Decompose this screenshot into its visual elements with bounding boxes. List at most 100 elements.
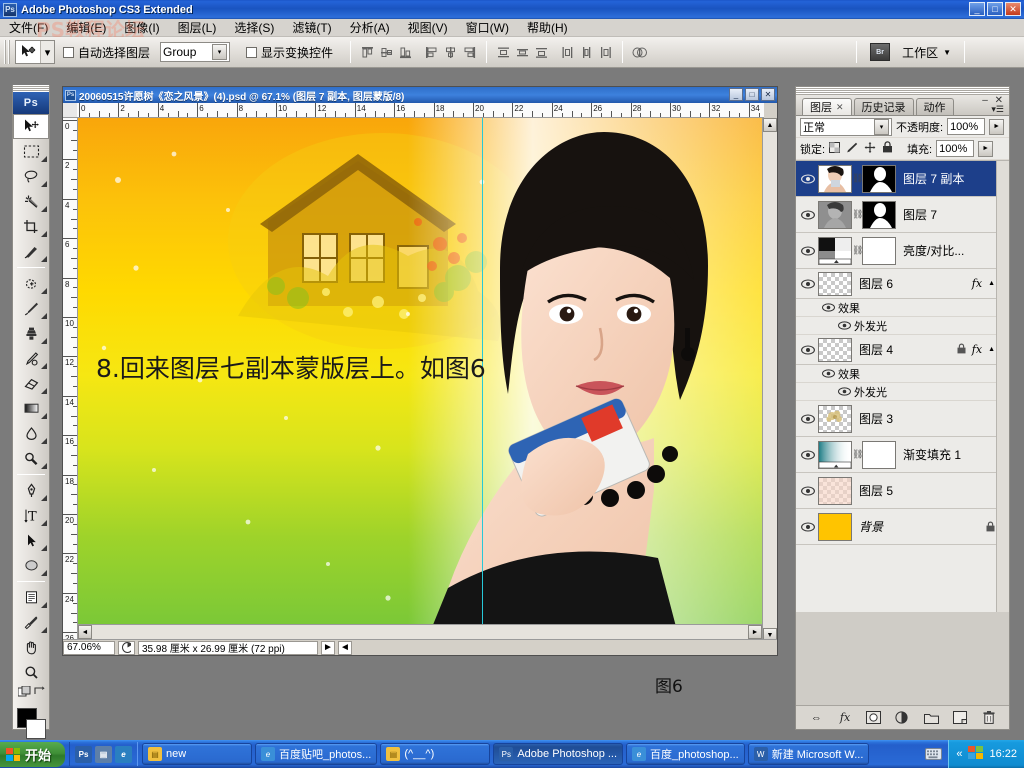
taskbar-item-smiley-folder[interactable]: ▤ (^__^) bbox=[380, 743, 491, 765]
tray-expand-button[interactable]: « bbox=[956, 748, 962, 760]
layer-row[interactable]: ⛓ 渐变填充 1 bbox=[796, 437, 1009, 473]
path-selection-tool[interactable] bbox=[13, 528, 49, 553]
eyedropper-tool[interactable] bbox=[13, 610, 49, 635]
link-layers-button[interactable]: ⇔ bbox=[807, 709, 825, 727]
photoshop-quicklaunch-icon[interactable]: Ps bbox=[75, 745, 93, 763]
opacity-slider-button[interactable]: ► bbox=[989, 118, 1005, 135]
layer-effects-group[interactable]: 效果 bbox=[796, 365, 1009, 383]
effect-visibility-icon[interactable] bbox=[834, 387, 854, 396]
ellipse-tool[interactable] bbox=[13, 553, 49, 578]
taskbar-clock[interactable]: 16:22 bbox=[989, 748, 1017, 760]
effect-visibility-icon[interactable] bbox=[834, 321, 854, 330]
align-vertical-centers-button[interactable] bbox=[377, 42, 396, 62]
rectangular-marquee-tool[interactable] bbox=[13, 139, 49, 164]
lock-all-icon[interactable] bbox=[882, 141, 893, 156]
start-button[interactable]: 开始 bbox=[0, 741, 66, 767]
layer-row[interactable]: 背景 bbox=[796, 509, 1009, 545]
layer-style-button[interactable]: fx bbox=[836, 709, 854, 727]
close-icon[interactable]: ✕ bbox=[836, 102, 844, 113]
distribute-horizontal-centers-button[interactable] bbox=[577, 42, 596, 62]
lock-image-pixels-icon[interactable] bbox=[846, 142, 858, 156]
clone-stamp-tool[interactable] bbox=[13, 321, 49, 346]
status-preview-icon[interactable] bbox=[118, 640, 135, 655]
layer-list-scrollbar[interactable] bbox=[996, 161, 1009, 612]
layer-thumbnail[interactable] bbox=[818, 404, 852, 433]
menu-layer[interactable]: 图层(L) bbox=[169, 18, 226, 37]
scroll-up-button[interactable]: ▲ bbox=[763, 118, 777, 132]
layer-list[interactable]: ⛓ 图层 7 副本 ⛓ 图层 7 ⛓ 亮度/对比... 图层 6 fx ▲ 效果… bbox=[796, 160, 1009, 612]
toolbox-grip[interactable] bbox=[13, 85, 49, 92]
document-minimize-button[interactable]: _ bbox=[729, 88, 743, 101]
crop-tool[interactable] bbox=[13, 214, 49, 239]
blend-mode-select[interactable]: 正常 ▾ bbox=[800, 117, 892, 136]
lock-position-icon[interactable] bbox=[864, 141, 876, 156]
taskbar-item-baidu-tieba[interactable]: e 百度贴吧_photos... bbox=[255, 743, 378, 765]
document-close-button[interactable]: ✕ bbox=[761, 88, 775, 101]
menu-analysis[interactable]: 分析(A) bbox=[341, 18, 399, 37]
delete-layer-button[interactable] bbox=[980, 709, 998, 727]
magic-wand-tool[interactable] bbox=[13, 189, 49, 214]
bridge-button[interactable]: Br bbox=[864, 40, 896, 64]
tab-history[interactable]: 历史记录 bbox=[853, 98, 914, 115]
taskbar-item-photoshop[interactable]: Ps Adobe Photoshop ... bbox=[493, 743, 624, 765]
layer-link-icon[interactable]: ⛓ bbox=[852, 449, 863, 460]
status-resize-grip[interactable]: ◄ bbox=[338, 640, 352, 655]
layer-thumbnail[interactable] bbox=[818, 476, 852, 505]
layer-badges[interactable]: fx ▲ bbox=[957, 343, 995, 357]
panel-menu-icon[interactable]: ▾☰ bbox=[991, 104, 1004, 115]
new-layer-button[interactable] bbox=[951, 709, 969, 727]
menu-help[interactable]: 帮助(H) bbox=[518, 18, 577, 37]
distribute-vertical-centers-button[interactable] bbox=[513, 42, 532, 62]
layer-link-icon[interactable]: ⛓ bbox=[852, 209, 863, 220]
distribute-right-edges-button[interactable] bbox=[596, 42, 615, 62]
opacity-input[interactable]: 100% bbox=[947, 118, 986, 135]
tool-preset-dropdown[interactable]: ▾ bbox=[40, 41, 54, 63]
layer-fx-badge[interactable]: fx ▲ bbox=[972, 277, 995, 290]
fill-input[interactable]: 100% bbox=[936, 140, 975, 157]
effects-visibility-icon[interactable] bbox=[818, 369, 838, 378]
zoom-level-field[interactable]: 67.06% bbox=[63, 640, 115, 655]
tab-layers[interactable]: 图层 ✕ bbox=[802, 98, 852, 115]
auto-align-layers-button[interactable] bbox=[630, 42, 649, 62]
document-maximize-button[interactable]: □ bbox=[745, 88, 759, 101]
align-left-edges-button[interactable] bbox=[422, 42, 441, 62]
panel-minimize-button[interactable]: – bbox=[982, 95, 990, 106]
status-expand-button[interactable]: ► bbox=[321, 640, 335, 655]
slice-tool[interactable] bbox=[13, 239, 49, 264]
align-bottom-edges-button[interactable] bbox=[396, 42, 415, 62]
minimize-button[interactable]: _ bbox=[969, 2, 985, 16]
canvas-viewport[interactable]: 8.回来图层七副本蒙版层上。如图6 bbox=[78, 118, 764, 642]
brush-tool[interactable] bbox=[13, 296, 49, 321]
layer-row[interactable]: 图层 3 bbox=[796, 401, 1009, 437]
network-icon[interactable] bbox=[968, 745, 984, 763]
layer-mask-thumbnail[interactable] bbox=[862, 164, 896, 193]
menu-edit[interactable]: 编辑(E) bbox=[57, 18, 115, 37]
menu-view[interactable]: 视图(V) bbox=[399, 18, 457, 37]
document-title-bar[interactable]: Ps 20060515许愿树《恋之风景》(4).psd @ 67.1% (图层 … bbox=[63, 87, 777, 103]
healing-brush-tool[interactable] bbox=[13, 271, 49, 296]
layer-row[interactable]: 图层 6 fx ▲ bbox=[796, 269, 1009, 299]
notes-tool[interactable] bbox=[13, 585, 49, 610]
align-top-edges-button[interactable] bbox=[358, 42, 377, 62]
taskbar-item-word-document[interactable]: W 新建 Microsoft W... bbox=[747, 743, 870, 765]
dodge-tool[interactable] bbox=[13, 446, 49, 471]
layer-effects-group[interactable]: 效果 bbox=[796, 299, 1009, 317]
fill-slider-button[interactable]: ► bbox=[978, 140, 994, 157]
layer-mask-thumbnail[interactable] bbox=[862, 236, 896, 265]
layer-visibility-icon[interactable] bbox=[798, 344, 818, 355]
canvas-vertical-scrollbar[interactable]: ▲ ▼ bbox=[762, 118, 777, 642]
show-desktop-quicklaunch-icon[interactable]: ▤ bbox=[95, 745, 113, 763]
layer-thumbnail[interactable] bbox=[818, 512, 852, 541]
history-brush-tool[interactable] bbox=[13, 346, 49, 371]
eraser-tool[interactable] bbox=[13, 371, 49, 396]
zoom-tool[interactable] bbox=[13, 660, 49, 685]
tab-actions[interactable]: 动作 bbox=[915, 98, 954, 115]
image-canvas[interactable]: 8.回来图层七副本蒙版层上。如图6 bbox=[78, 118, 764, 642]
hand-tool[interactable] bbox=[13, 635, 49, 660]
layer-mask-thumbnail[interactable] bbox=[862, 200, 896, 229]
menu-select[interactable]: 选择(S) bbox=[225, 18, 283, 37]
current-tool-preset-well[interactable]: ▾ bbox=[15, 40, 55, 64]
layer-effect-item[interactable]: 外发光 bbox=[796, 317, 1009, 335]
taskbar-item-baidu-photoshop[interactable]: e 百度_photoshop... bbox=[626, 743, 745, 765]
layer-row[interactable]: 图层 4 fx ▲ bbox=[796, 335, 1009, 365]
